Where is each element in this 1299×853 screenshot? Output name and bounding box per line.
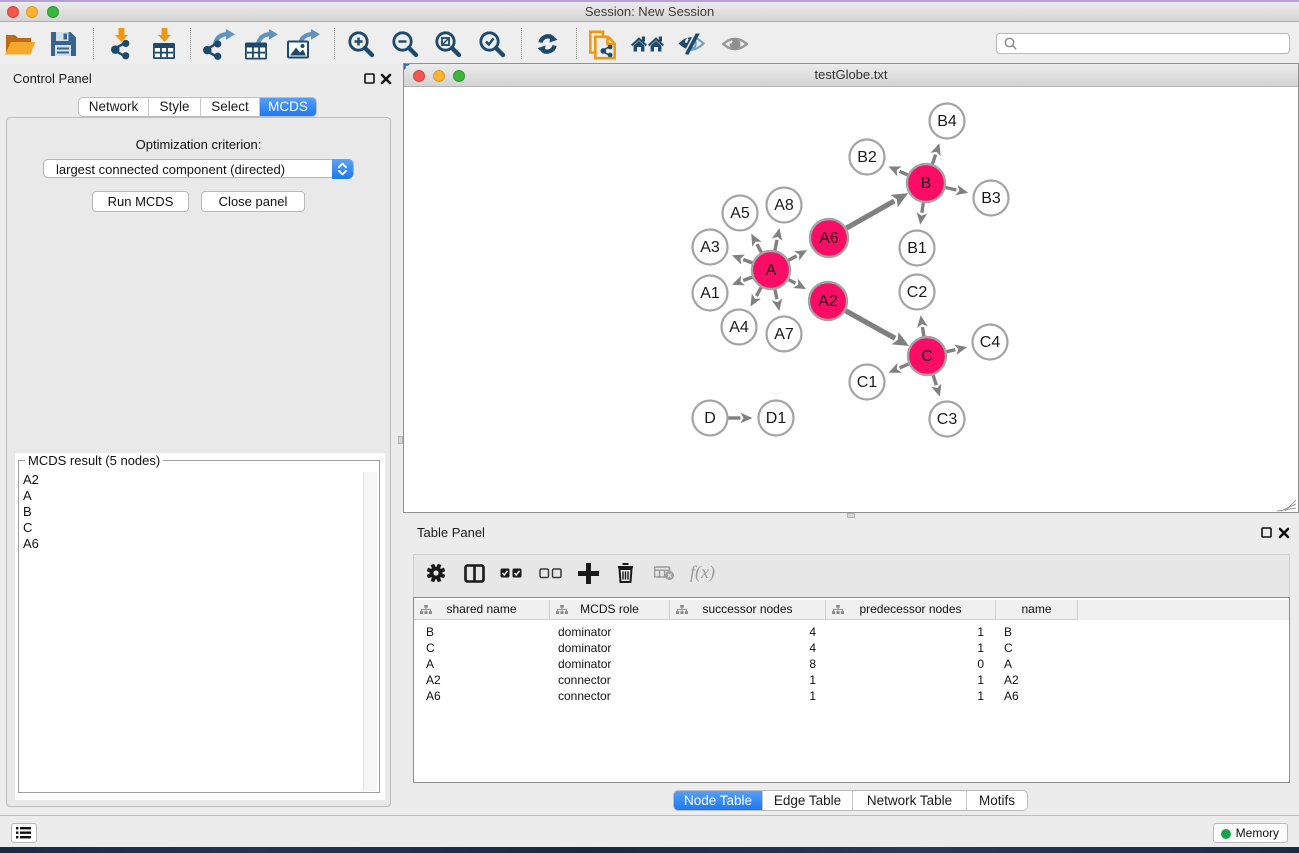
- svg-text:D1: D1: [766, 410, 787, 427]
- svg-text:A7: A7: [774, 326, 794, 343]
- svg-text:C2: C2: [907, 284, 928, 301]
- svg-text:A8: A8: [774, 197, 794, 214]
- svg-text:B1: B1: [907, 240, 927, 257]
- svg-text:A1: A1: [700, 285, 720, 302]
- svg-text:B: B: [921, 175, 932, 192]
- svg-text:A6: A6: [819, 230, 839, 247]
- svg-text:A4: A4: [729, 319, 749, 336]
- svg-text:A2: A2: [818, 293, 838, 310]
- svg-text:B3: B3: [981, 190, 1001, 207]
- svg-text:A: A: [766, 262, 777, 279]
- svg-text:C1: C1: [857, 374, 878, 391]
- svg-text:B4: B4: [937, 113, 957, 130]
- svg-text:C: C: [921, 348, 933, 365]
- svg-text:C4: C4: [980, 334, 1001, 351]
- svg-text:A5: A5: [730, 205, 750, 222]
- svg-text:D: D: [704, 410, 716, 427]
- svg-text:C3: C3: [937, 411, 958, 428]
- svg-text:B2: B2: [857, 149, 877, 166]
- svg-text:A3: A3: [700, 239, 720, 256]
